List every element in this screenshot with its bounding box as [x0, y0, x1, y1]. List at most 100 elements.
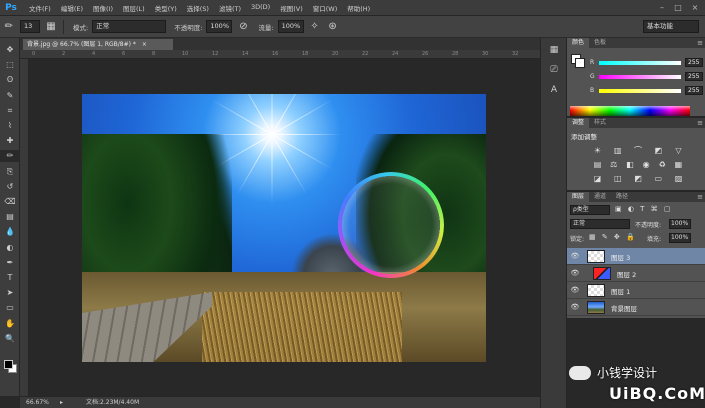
black-white-icon[interactable]: ◧: [625, 160, 634, 169]
vibrance-icon[interactable]: ▽: [674, 146, 683, 155]
document-tab-close-icon[interactable]: ×: [142, 41, 147, 48]
healing-icon[interactable]: ✚: [0, 135, 20, 146]
minimize-button[interactable]: –: [655, 2, 669, 13]
eye-icon[interactable]: 👁: [570, 286, 580, 295]
document-tab[interactable]: 背景.jpg @ 66.7% (图层 1, RGB/8#) * ×: [23, 39, 173, 50]
canvas-area[interactable]: [29, 59, 540, 396]
marquee-icon[interactable]: ⬚: [0, 59, 20, 70]
dodge-icon[interactable]: ◐: [0, 242, 20, 253]
curves-icon[interactable]: ⌒: [634, 146, 643, 155]
red-slider[interactable]: [599, 61, 681, 65]
eye-icon[interactable]: 👁: [570, 269, 580, 278]
flow-field[interactable]: 100%: [277, 20, 304, 33]
selective-color-icon[interactable]: ▨: [674, 174, 683, 183]
red-value-field[interactable]: 255: [685, 58, 703, 67]
layer-opacity-field[interactable]: 100%: [669, 219, 691, 229]
menu-item[interactable]: 3D(D): [246, 3, 275, 13]
pen-icon[interactable]: ✒: [0, 257, 20, 268]
layer-thumbnail[interactable]: [587, 301, 605, 314]
layer-row[interactable]: 👁 图层 3: [567, 248, 705, 265]
pressure-size-icon[interactable]: ⊛: [326, 20, 340, 34]
menu-item[interactable]: 选择(S): [182, 3, 214, 13]
tab-channels[interactable]: 通道: [589, 192, 611, 202]
levels-icon[interactable]: ▥: [613, 146, 622, 155]
green-slider[interactable]: [599, 75, 681, 79]
move-icon[interactable]: ✥: [0, 44, 20, 55]
quick-select-icon[interactable]: ✎: [0, 90, 20, 101]
tab-styles[interactable]: 样式: [589, 118, 611, 128]
workspace-switcher[interactable]: 基本功能: [643, 20, 699, 33]
eyedropper-icon[interactable]: ⌇: [0, 120, 20, 131]
gradient-icon[interactable]: ▤: [0, 211, 20, 222]
tab-adjustments[interactable]: 调整: [567, 118, 590, 128]
stamp-icon[interactable]: ⎘: [0, 166, 20, 177]
blend-mode-select[interactable]: 正常: [570, 219, 630, 229]
layer-row[interactable]: 👁 图层 2: [567, 265, 705, 282]
panel-menu-icon[interactable]: ≡: [695, 192, 705, 202]
lock-icons[interactable]: ▦ ✎ ✥ 🔒: [589, 233, 637, 241]
eye-icon[interactable]: 👁: [570, 303, 580, 312]
brush-preset-icon[interactable]: ✏: [2, 20, 16, 34]
history-brush-icon[interactable]: ↺: [0, 181, 20, 192]
menu-item[interactable]: 滤镜(T): [214, 3, 246, 13]
blur-icon[interactable]: 💧: [0, 226, 20, 237]
vertical-ruler[interactable]: [20, 59, 29, 396]
menu-item[interactable]: 窗口(W): [308, 3, 343, 13]
history-panel-icon[interactable]: ▦: [543, 42, 565, 58]
menu-item[interactable]: 图层(L): [118, 3, 150, 13]
foreground-color-swatch[interactable]: [4, 360, 13, 369]
maximize-button[interactable]: □: [671, 2, 685, 13]
tab-paths[interactable]: 路径: [611, 192, 633, 202]
threshold-icon[interactable]: ◩: [634, 174, 643, 183]
layer-thumbnail[interactable]: [593, 267, 611, 280]
posterize-icon[interactable]: ◫: [613, 174, 622, 183]
zoom-level[interactable]: 66.67%: [26, 397, 49, 408]
photo-filter-icon[interactable]: ◉: [642, 160, 651, 169]
layer-kind-filter[interactable]: ρ类型: [570, 205, 610, 215]
eraser-icon[interactable]: ⌫: [0, 196, 20, 207]
layer-row[interactable]: 👁 背景图层: [567, 299, 705, 316]
eye-icon[interactable]: 👁: [570, 252, 580, 261]
channel-mixer-icon[interactable]: ♻: [658, 160, 667, 169]
brush-panel-toggle-icon[interactable]: ▦: [44, 20, 58, 34]
color-balance-icon[interactable]: ⚖: [609, 160, 618, 169]
tab-swatches[interactable]: 色板: [589, 38, 611, 48]
brightness-icon[interactable]: ☀: [593, 146, 602, 155]
brush-icon[interactable]: ✏: [0, 150, 20, 162]
horizontal-ruler[interactable]: 0 2 4 6 8 10 12 14 16 18 20 22 24 26 28 30 32: [20, 50, 540, 59]
brush-size-picker[interactable]: 13: [20, 20, 40, 33]
hue-saturation-icon[interactable]: ▤: [593, 160, 602, 169]
menu-item[interactable]: 视图(V): [275, 3, 308, 13]
green-value-field[interactable]: 255: [685, 72, 703, 81]
menu-item[interactable]: 编辑(E): [56, 3, 88, 13]
zoom-icon[interactable]: 🔍: [0, 333, 20, 344]
menu-item[interactable]: 图像(I): [88, 3, 118, 13]
fill-field[interactable]: 100%: [669, 233, 691, 243]
status-arrow-icon[interactable]: ▸: [60, 397, 63, 408]
tab-color[interactable]: 颜色: [567, 38, 590, 48]
color-spectrum[interactable]: [570, 106, 690, 116]
pressure-opacity-icon[interactable]: ⊘: [236, 20, 250, 34]
blue-value-field[interactable]: 255: [685, 86, 703, 95]
layer-thumbnail[interactable]: [587, 284, 605, 297]
airbrush-icon[interactable]: ✧: [308, 20, 322, 34]
menu-item[interactable]: 类型(Y): [150, 3, 182, 13]
mode-select[interactable]: 正常: [92, 20, 167, 33]
properties-panel-icon[interactable]: ⎚: [543, 62, 565, 78]
color-lookup-icon[interactable]: ▦: [674, 160, 683, 169]
menu-item[interactable]: 帮助(H): [342, 3, 375, 13]
exposure-icon[interactable]: ◩: [654, 146, 663, 155]
tab-layers[interactable]: 图层: [567, 192, 590, 202]
layer-thumbnail[interactable]: [587, 250, 605, 263]
gradient-map-icon[interactable]: ▭: [654, 174, 663, 183]
layer-row[interactable]: 👁 图层 1: [567, 282, 705, 299]
blue-slider[interactable]: [599, 89, 681, 93]
opacity-field[interactable]: 100%: [206, 20, 233, 33]
lasso-icon[interactable]: ʘ: [0, 74, 20, 85]
layer-filter-icons[interactable]: ▣ ◐ T ⌘ ▢: [615, 205, 673, 213]
type-icon[interactable]: T: [0, 272, 20, 283]
menu-item[interactable]: 文件(F): [24, 3, 56, 13]
invert-icon[interactable]: ◪: [593, 174, 602, 183]
character-panel-icon[interactable]: A: [543, 82, 565, 98]
crop-icon[interactable]: ⌗: [0, 105, 20, 116]
